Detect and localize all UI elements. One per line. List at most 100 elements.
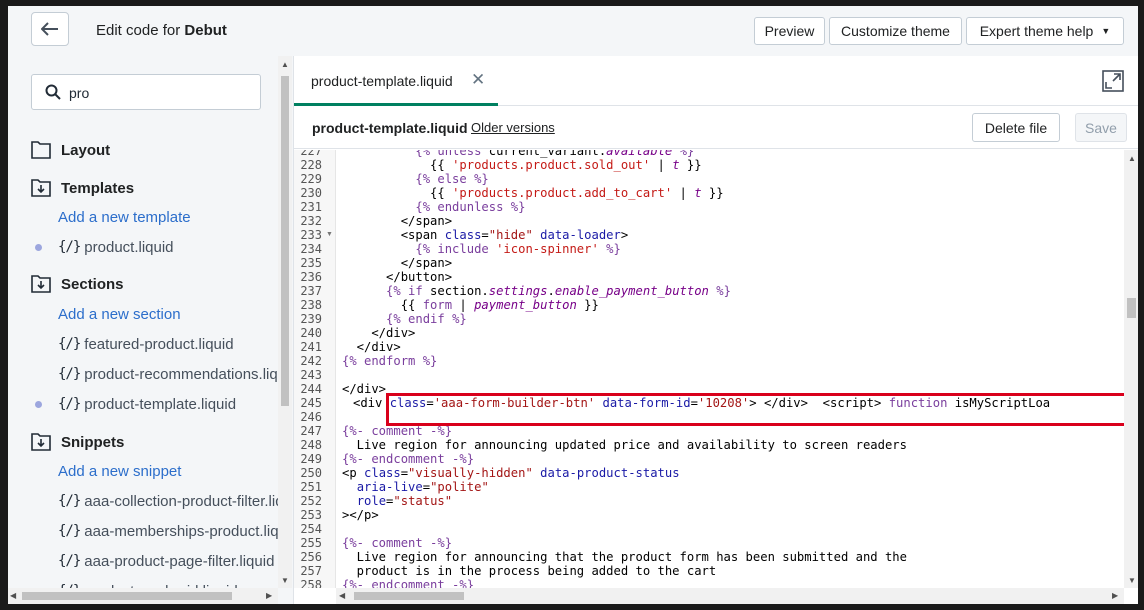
folder-sections[interactable]: Sections <box>31 273 124 295</box>
top-bar: Edit code for Debut Preview Customize th… <box>8 6 1138 56</box>
unsaved-dot <box>35 243 42 251</box>
add-snippet-link[interactable]: Add a new snippet <box>58 463 181 480</box>
caret-down-icon: ▼ <box>1101 26 1111 36</box>
code-line: aria-live="polite" <box>356 480 489 494</box>
scroll-thumb[interactable] <box>22 592 232 600</box>
sidebar-vertical-scrollbar[interactable]: ▲ ▼ <box>278 56 292 588</box>
file-name: aaa-collection-product-filter.liquid <box>84 492 278 510</box>
code-line: {%- comment -%} <box>342 424 453 438</box>
close-icon[interactable]: ✕ <box>471 70 485 90</box>
line-number: 245 <box>300 396 322 410</box>
liquid-file-icon: {/} <box>58 523 81 539</box>
editor-horizontal-scrollbar[interactable]: ◀ ▶ <box>336 588 1124 604</box>
folder-snippets[interactable]: Snippets <box>31 431 124 453</box>
file-name: aaa-memberships-product.liquid <box>84 522 278 540</box>
line-number: 244 <box>300 382 322 396</box>
expert-label: Expert theme help <box>979 23 1094 39</box>
line-number: 256 <box>300 550 322 564</box>
folder-open-icon <box>31 275 51 293</box>
file-item[interactable]: {/} featured-product.liquid <box>35 333 234 355</box>
file-name: aaa-product-page-filter.liquid <box>84 552 275 570</box>
file-item[interactable]: {/} aaa-memberships-product.liquid <box>35 520 278 542</box>
folder-label: Templates <box>61 179 135 197</box>
search-icon <box>45 84 61 100</box>
liquid-file-icon: {/} <box>58 396 81 412</box>
folder-label: Sections <box>61 275 124 293</box>
file-name-heading: product-template.liquid <box>312 120 468 136</box>
scroll-left-arrow-icon[interactable]: ◀ <box>339 591 345 600</box>
code-line: </div> <box>342 340 401 354</box>
expand-icon[interactable] <box>1102 70 1124 92</box>
delete-file-button[interactable]: Delete file <box>972 113 1060 142</box>
liquid-file-icon: {/} <box>58 493 81 509</box>
file-item[interactable]: {/} aaa-product-page-filter.liquid <box>35 550 274 572</box>
editor-vertical-scrollbar[interactable]: ▲ ▼ <box>1124 150 1138 588</box>
older-versions-link[interactable]: Older versions <box>471 120 555 135</box>
scroll-down-arrow-icon[interactable]: ▼ <box>1128 576 1136 585</box>
folder-open-icon <box>31 179 51 197</box>
scroll-left-arrow-icon[interactable]: ◀ <box>10 591 16 600</box>
file-name: product-recommendations.liquid <box>84 365 278 383</box>
liquid-file-icon: {/} <box>58 553 81 569</box>
line-number: 234 <box>300 242 322 256</box>
line-number: 228 <box>300 158 322 172</box>
line-number: 238 <box>300 298 322 312</box>
line-number: 254 <box>300 522 322 536</box>
line-number: 243 <box>300 368 322 382</box>
code-line: </div> <box>342 326 416 340</box>
line-number-gutter: 227 228 229 230 231 232 233 234 235 236 237 238 239 2… <box>294 150 336 588</box>
line-number: 237 <box>300 284 322 298</box>
folder-layout[interactable]: Layout <box>31 139 110 161</box>
expert-theme-help-button[interactable]: Expert theme help ▼ <box>966 17 1124 45</box>
scroll-up-arrow-icon[interactable]: ▲ <box>281 60 289 69</box>
file-item[interactable]: {/} product-recommendations.liquid <box>35 363 278 385</box>
folder-label: Layout <box>61 141 111 159</box>
tab-product-template[interactable]: product-template.liquid ✕ <box>294 56 498 106</box>
save-button[interactable]: Save <box>1075 113 1127 142</box>
line-number: 236 <box>300 270 322 284</box>
scroll-thumb[interactable] <box>281 76 289 406</box>
scroll-up-arrow-icon[interactable]: ▲ <box>1128 154 1136 163</box>
search-input[interactable] <box>69 83 249 103</box>
folder-label: Snippets <box>61 433 125 451</box>
code-line: {% unless current_variant.available %} <box>415 150 695 158</box>
file-item[interactable]: {/} product.liquid <box>35 236 174 258</box>
scroll-thumb[interactable] <box>1127 298 1136 318</box>
line-number: 249 <box>300 452 322 466</box>
scroll-right-arrow-icon[interactable]: ▶ <box>266 591 272 600</box>
code-line: {% endif %} <box>386 312 467 326</box>
line-number: 250 <box>300 466 322 480</box>
code-line: {% if section.settings.enable_payment_bu… <box>386 284 731 298</box>
line-number: 251 <box>300 480 322 494</box>
scroll-right-arrow-icon[interactable]: ▶ <box>1112 591 1118 600</box>
add-section-link[interactable]: Add a new section <box>58 306 181 323</box>
sidebar-horizontal-scrollbar[interactable]: ◀ ▶ <box>8 588 278 604</box>
code-line: {% else %} <box>415 172 489 186</box>
app-window: Edit code for Debut Preview Customize th… <box>8 6 1138 604</box>
search-field[interactable] <box>31 74 261 110</box>
line-number: 230 <box>300 186 322 200</box>
fold-arrow-icon[interactable]: ▼ <box>326 231 333 238</box>
add-template-link[interactable]: Add a new template <box>58 209 191 226</box>
line-number: 258 <box>300 578 322 588</box>
line-number: 257 <box>300 564 322 578</box>
tab-label: product-template.liquid <box>311 73 453 89</box>
code-line: {% endform %} <box>342 354 438 368</box>
file-item-active[interactable]: {/} product-template.liquid <box>35 393 236 415</box>
file-item[interactable]: {/}aaa-collection-product-filter.liquid <box>35 490 278 512</box>
liquid-file-icon: {/} <box>58 336 81 352</box>
line-number: 227 <box>300 150 322 158</box>
line-number: 233 <box>300 228 322 242</box>
line-number: 242 <box>300 354 322 368</box>
line-number: 232 <box>300 214 322 228</box>
title-prefix: Edit code for <box>96 22 181 39</box>
back-button[interactable] <box>31 12 69 46</box>
line-number: 246 <box>300 410 322 424</box>
customize-theme-button[interactable]: Customize theme <box>829 17 962 45</box>
code-area[interactable]: 227 228 229 230 231 232 233 234 235 236 237 238 239 2… <box>294 150 1124 588</box>
arrow-left-icon <box>41 22 58 36</box>
folder-templates[interactable]: Templates <box>31 177 134 199</box>
preview-button[interactable]: Preview <box>754 17 825 45</box>
scroll-down-arrow-icon[interactable]: ▼ <box>281 576 289 585</box>
scroll-thumb[interactable] <box>354 592 464 600</box>
